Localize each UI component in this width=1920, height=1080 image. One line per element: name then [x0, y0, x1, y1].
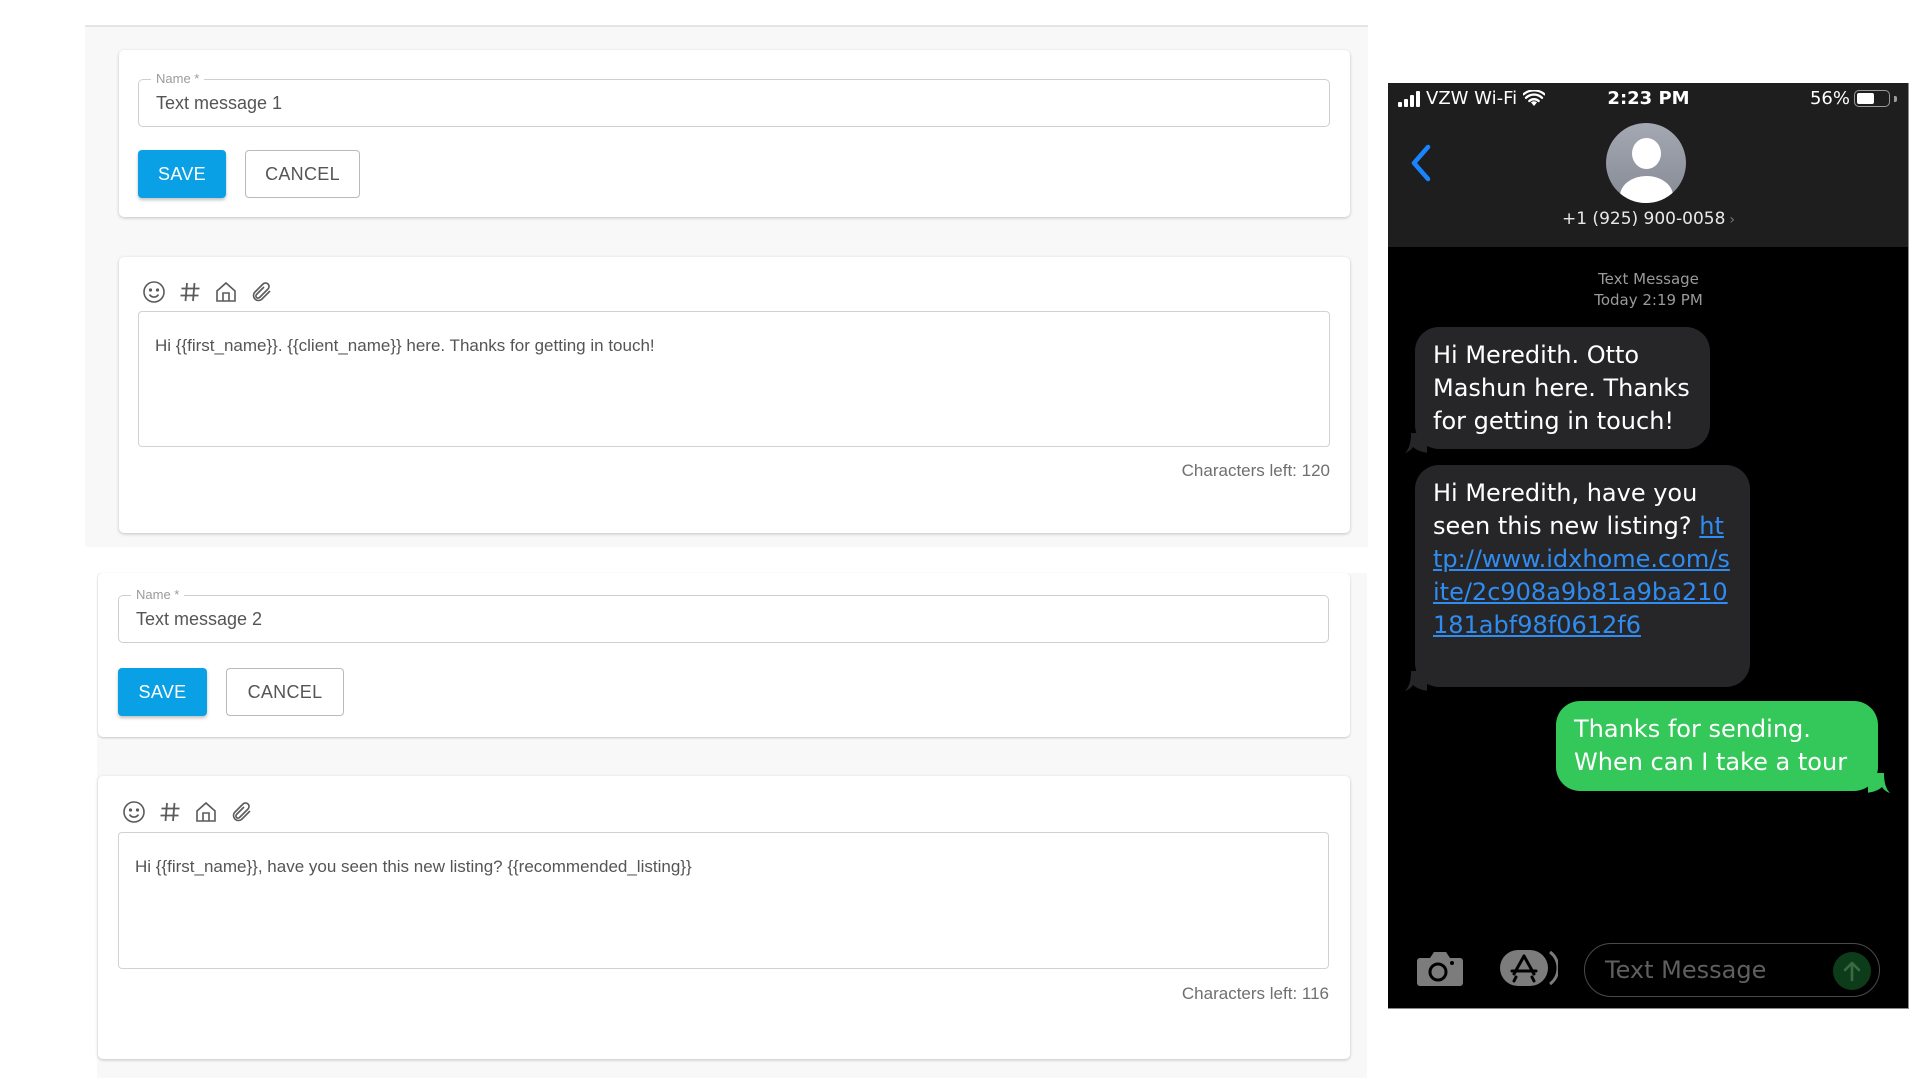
message-input[interactable]: Text Message	[1584, 943, 1880, 997]
characters-left-counter: Characters left: 116	[1181, 984, 1329, 1003]
hashtag-icon[interactable]	[178, 280, 202, 304]
characters-left-counter: Characters left: 120	[1181, 461, 1330, 480]
message-bubble-incoming: Hi Meredith. Otto Mashun here. Thanks fo…	[1415, 327, 1710, 449]
message-toolbar	[142, 280, 274, 304]
home-icon[interactable]	[194, 800, 218, 824]
back-chevron-icon[interactable]	[1406, 141, 1436, 185]
save-button[interactable]: SAVE	[118, 668, 207, 716]
message-toolbar	[122, 800, 254, 824]
name-field-2[interactable]: Name * Text message 2	[118, 587, 1329, 643]
paperclip-icon[interactable]	[230, 800, 254, 824]
name-field-label: Name *	[151, 71, 205, 87]
name-field-label: Name *	[131, 587, 185, 603]
thread-meta: Text Message Today 2:19 PM	[1388, 269, 1908, 311]
name-field-value[interactable]: Text message 1	[156, 93, 282, 114]
save-button[interactable]: SAVE	[138, 150, 226, 198]
contact-avatar[interactable]	[1606, 123, 1686, 203]
battery-percent: 56%	[1809, 88, 1850, 109]
message-bubble-incoming: Hi Meredith, have you seen this new list…	[1415, 465, 1750, 687]
message-textarea-2[interactable]: Hi {{first_name}}, have you seen this ne…	[118, 832, 1329, 969]
message-text[interactable]: Hi {{first_name}}. {{client_name}} here.…	[155, 336, 655, 356]
thread-type: Text Message	[1598, 270, 1699, 288]
battery-icon	[1854, 90, 1890, 107]
cancel-button[interactable]: CANCEL	[245, 150, 360, 198]
status-bar: VZW Wi-Fi 2:23 PM 56%	[1388, 88, 1908, 114]
emoji-icon[interactable]	[122, 800, 146, 824]
home-icon[interactable]	[214, 280, 238, 304]
emoji-icon[interactable]	[142, 280, 166, 304]
message-bubble-outgoing: Thanks for sending. When can I take a to…	[1556, 701, 1878, 791]
camera-icon[interactable]	[1416, 949, 1464, 989]
contact-number[interactable]: +1 (925) 900-0058 ›	[1388, 209, 1908, 229]
paperclip-icon[interactable]	[250, 280, 274, 304]
message-text[interactable]: Hi {{first_name}}, have you seen this ne…	[135, 857, 692, 877]
message-input-placeholder: Text Message	[1605, 956, 1767, 984]
arrow-up-icon	[1843, 961, 1861, 982]
cancel-button[interactable]: CANCEL	[226, 668, 344, 716]
name-field-value[interactable]: Text message 2	[136, 609, 262, 630]
phone-screenshot: VZW Wi-Fi 2:23 PM 56% +1 (925) 900-0058 ›…	[1388, 83, 1909, 1009]
hashtag-icon[interactable]	[158, 800, 182, 824]
bubble-tail	[1868, 773, 1890, 793]
send-button[interactable]	[1833, 952, 1871, 990]
message-textarea-1[interactable]: Hi {{first_name}}. {{client_name}} here.…	[138, 311, 1330, 447]
chevron-right-icon: ›	[1729, 212, 1736, 228]
app-store-icon[interactable]	[1498, 946, 1558, 990]
name-field-1[interactable]: Name * Text message 1	[138, 71, 1330, 127]
thread-timestamp: Today 2:19 PM	[1594, 291, 1703, 309]
compose-bar: Text Message	[1388, 941, 1908, 1001]
